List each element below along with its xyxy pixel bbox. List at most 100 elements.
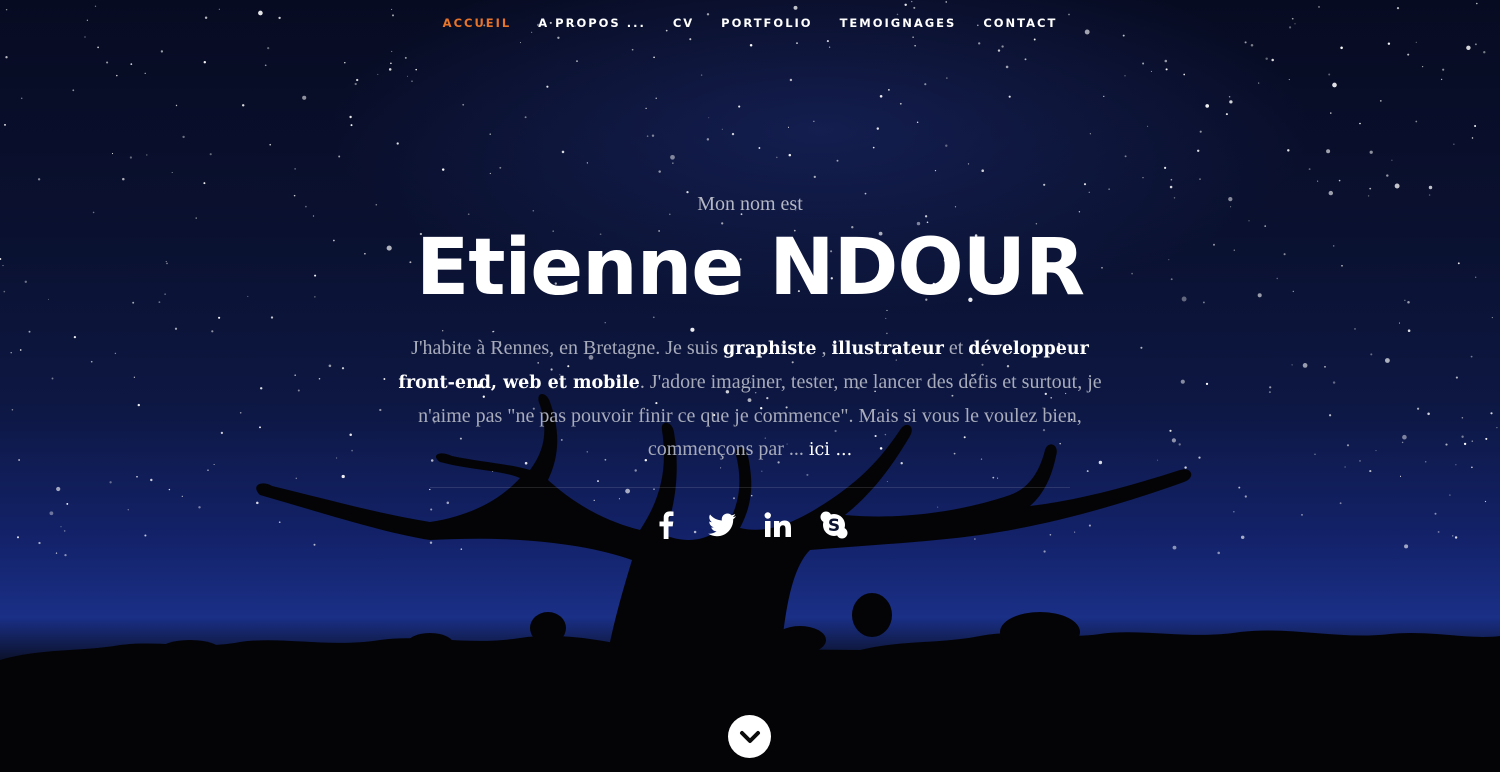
star — [651, 134, 655, 137]
star — [241, 104, 245, 107]
star — [1205, 104, 1210, 108]
star — [721, 128, 723, 130]
star — [1476, 2, 1478, 5]
star — [388, 68, 392, 71]
nav-item-temoignages[interactable]: TEMOIGNAGES — [840, 14, 957, 32]
scroll-down-button[interactable] — [728, 715, 771, 758]
star — [1183, 73, 1186, 76]
main-nav: ACCUEIL A PROPOS ... CV PORTFOLIO TEMOIG… — [0, 14, 1500, 32]
hero-content: Mon nom est Etienne NDOUR J'habite à Ren… — [0, 190, 1500, 540]
star — [1199, 130, 1202, 133]
star — [160, 50, 164, 53]
star — [1391, 159, 1393, 161]
nav-item-a-propos[interactable]: A PROPOS ... — [538, 14, 646, 32]
star — [489, 172, 491, 175]
star — [1229, 100, 1233, 104]
star — [391, 8, 393, 10]
star — [1308, 168, 1311, 171]
bio-text: J'habite à Rennes, en Bretagne. Je suis — [411, 337, 724, 359]
star — [1083, 183, 1087, 186]
star — [1089, 133, 1091, 135]
star — [20, 97, 23, 100]
bio-highlight-illustrateur: illustrateur — [831, 339, 944, 359]
star — [796, 42, 798, 44]
star — [1271, 58, 1274, 62]
star — [1428, 185, 1433, 190]
star — [672, 162, 674, 164]
star — [670, 154, 675, 160]
star — [1396, 7, 1400, 10]
star — [758, 147, 761, 149]
star — [406, 75, 409, 77]
star — [1001, 45, 1004, 48]
star — [499, 166, 502, 169]
nav-item-portfolio[interactable]: PORTFOLIO — [721, 14, 812, 32]
star — [981, 169, 984, 172]
star — [876, 127, 880, 130]
nav-item-accueil[interactable]: ACCUEIL — [443, 14, 512, 32]
twitter-link[interactable] — [707, 510, 737, 540]
star — [302, 95, 307, 100]
star — [462, 103, 465, 106]
star — [106, 61, 109, 64]
bio-paragraph: J'habite à Rennes, en Bretagne. Je suis … — [390, 332, 1110, 467]
star — [1287, 149, 1290, 152]
star — [731, 132, 735, 136]
star — [116, 74, 118, 77]
star — [1217, 551, 1220, 555]
star — [404, 56, 407, 59]
star — [631, 48, 634, 51]
star — [1244, 41, 1247, 44]
star — [1250, 44, 1254, 47]
star — [1328, 73, 1331, 76]
star — [390, 62, 392, 65]
star — [1332, 82, 1337, 88]
svg-text:S: S — [828, 516, 840, 536]
star — [122, 177, 125, 181]
star — [460, 548, 463, 550]
star — [129, 156, 133, 159]
nav-item-cv[interactable]: CV — [673, 14, 694, 32]
star — [913, 6, 916, 9]
star — [84, 36, 86, 38]
star — [349, 115, 352, 119]
facebook-link[interactable] — [651, 510, 681, 540]
star — [144, 72, 146, 74]
star — [1453, 143, 1455, 145]
star — [1359, 122, 1361, 125]
star — [1317, 180, 1319, 182]
linkedin-link[interactable] — [763, 510, 793, 540]
star — [1386, 174, 1389, 177]
star — [557, 36, 560, 39]
star — [344, 61, 346, 64]
star — [1330, 112, 1332, 114]
twitter-icon — [708, 513, 736, 537]
star — [1442, 68, 1445, 71]
star — [813, 120, 815, 122]
star — [313, 543, 316, 546]
star — [391, 50, 393, 53]
star — [1421, 65, 1424, 68]
star — [1169, 185, 1173, 189]
star — [787, 126, 790, 128]
chevron-down-icon — [739, 730, 760, 743]
star — [338, 155, 341, 158]
star — [916, 121, 919, 124]
star — [350, 124, 353, 127]
star — [1228, 95, 1231, 98]
star — [706, 138, 710, 141]
bio-link-ici[interactable]: ici ... — [809, 440, 852, 460]
star — [997, 49, 1001, 52]
star — [1164, 59, 1168, 63]
star — [813, 175, 816, 179]
star — [689, 38, 692, 41]
star — [1199, 178, 1201, 180]
star — [658, 170, 661, 173]
skype-link[interactable]: S — [819, 510, 849, 540]
star — [37, 178, 41, 181]
star — [415, 68, 417, 71]
star — [1024, 58, 1027, 61]
star — [1483, 51, 1486, 54]
star — [1369, 150, 1373, 154]
nav-item-contact[interactable]: CONTACT — [983, 14, 1057, 32]
